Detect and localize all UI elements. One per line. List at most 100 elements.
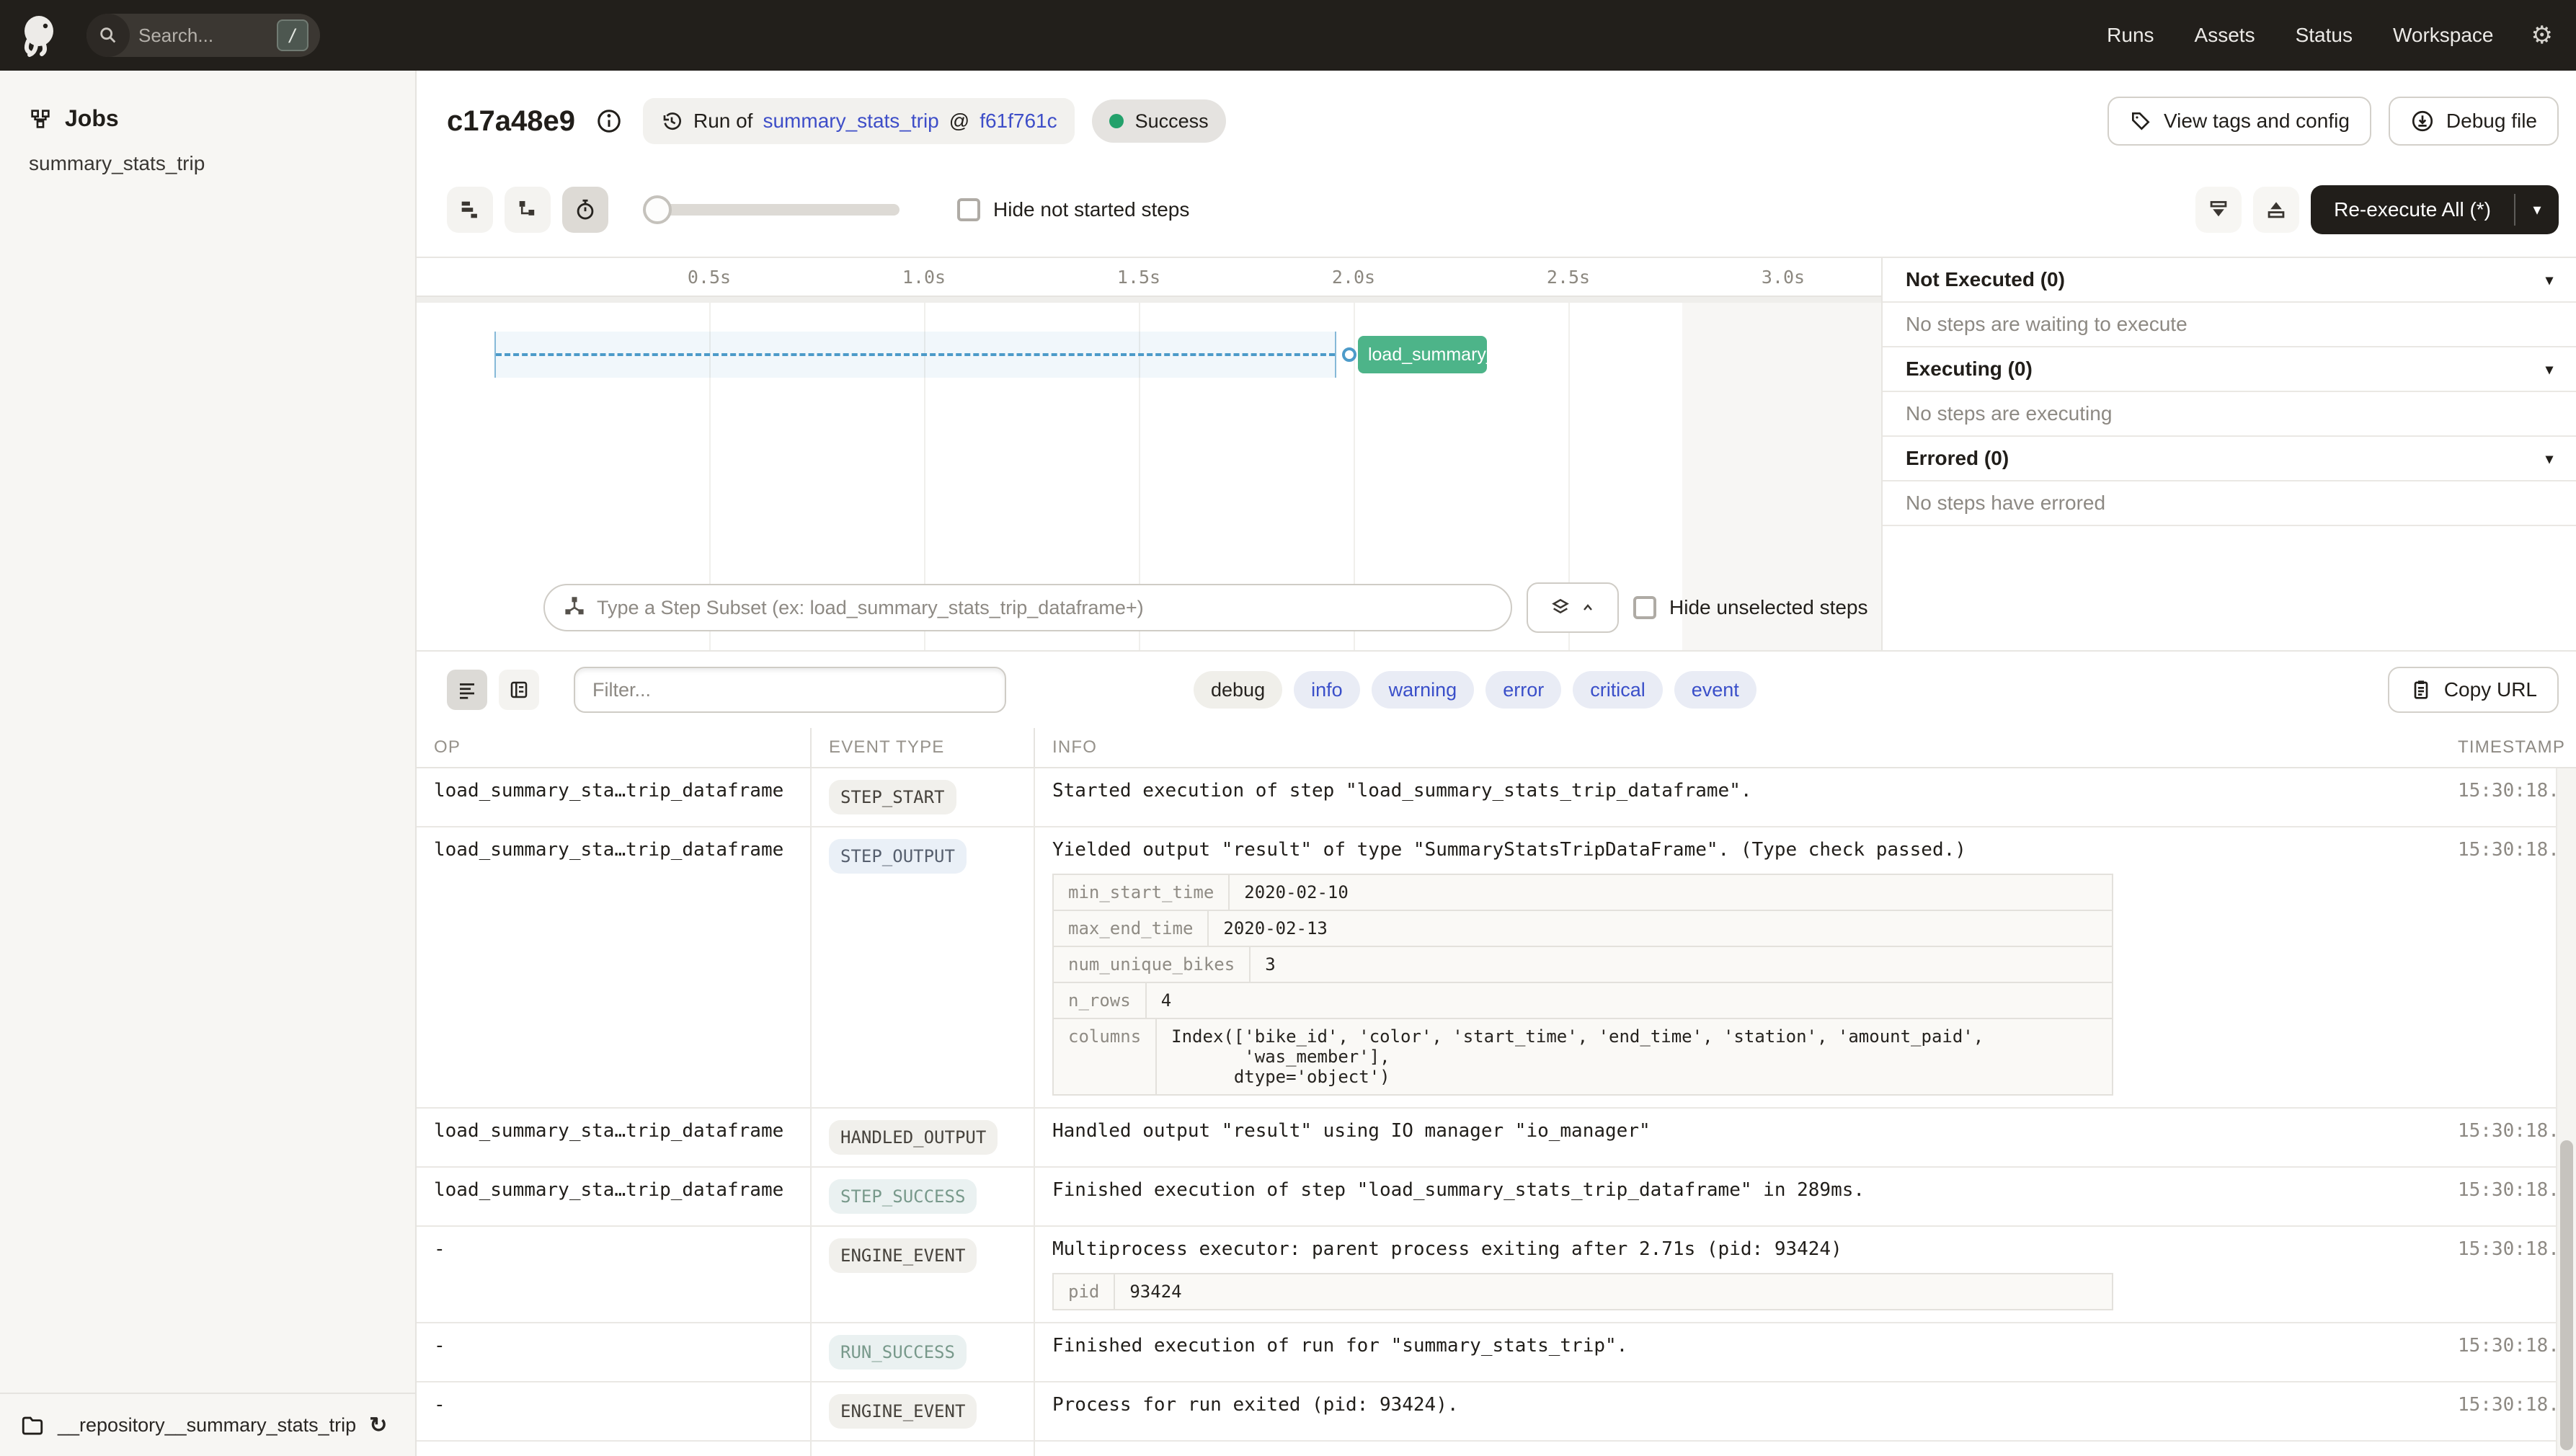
repository-row: __repository__summary_stats_trip ↻ — [0, 1393, 415, 1456]
chevron-down-icon: ▾ — [2545, 450, 2553, 467]
step-subset-input[interactable] — [543, 584, 1512, 631]
column-header-info: INFO — [1052, 737, 1098, 757]
collapse-panel-icon[interactable] — [2195, 187, 2242, 233]
status-badge: Success — [1091, 99, 1226, 143]
hide-unselected-checkbox[interactable] — [1633, 596, 1656, 619]
log-op: load_summary_sta…trip_dataframe — [417, 768, 812, 826]
metadata-value: 4 — [1160, 990, 1172, 1011]
log-scrollbar-track[interactable] — [2556, 768, 2576, 1456]
nav-link-workspace[interactable]: Workspace — [2393, 24, 2494, 47]
metadata-key: n_rows — [1054, 983, 1147, 1018]
metadata-value: 2020-02-10 — [1244, 882, 1349, 902]
log-info-text: Started execution of step "load_summary_… — [1052, 780, 1752, 802]
step-panel-section-header[interactable]: Errored (0) ▾ — [1883, 437, 2576, 481]
log-row[interactable]: load_summary_sta…trip_dataframe STEP_OUTP… — [417, 827, 2576, 1109]
graph-query-toggle-button[interactable] — [1527, 582, 1619, 633]
gantt-plot-area: load_summary_stats_trip_dataframe — [417, 303, 1881, 650]
gantt-flat-view-icon[interactable] — [447, 187, 493, 233]
column-header-op: OP — [417, 728, 812, 768]
axis-tick-label: 2.5s — [1546, 267, 1591, 288]
run-id: c17a48e9 — [447, 105, 575, 137]
debug-file-button[interactable]: Debug file — [2388, 97, 2559, 146]
job-link[interactable]: summary_stats_trip — [763, 110, 938, 133]
top-nav: / Runs Assets Status Workspace ⚙ — [0, 0, 2576, 71]
log-list-view-icon[interactable] — [447, 670, 487, 710]
info-icon[interactable] — [592, 105, 626, 138]
log-info: Started execution of step "load_summary_… — [1035, 768, 2443, 826]
log-row[interactable]: - RUN_SUCCESS Finished execution of run fo… — [417, 1323, 2576, 1382]
log-scrollbar-thumb[interactable] — [2560, 1140, 2573, 1450]
op-selector-icon — [562, 595, 587, 620]
log-row[interactable]: - ENGINE_EVENT Process for run exited (pid… — [417, 1382, 2576, 1442]
level-chip-info[interactable]: info — [1294, 671, 1360, 709]
hide-not-started-checkbox[interactable] — [957, 198, 980, 221]
log-row[interactable]: load_summary_sta…trip_dataframe STEP_STAR… — [417, 768, 2576, 827]
step-panel-section-header[interactable]: Executing (0) ▾ — [1883, 347, 2576, 392]
level-chip-error[interactable]: error — [1485, 671, 1562, 709]
section-empty-text: No steps have errored — [1883, 481, 2576, 526]
view-tags-button[interactable]: View tags and config — [2108, 97, 2371, 146]
nav-link-runs[interactable]: Runs — [2107, 24, 2154, 47]
reexecute-dropdown-caret[interactable]: ▾ — [2515, 185, 2559, 234]
at-separator: @ — [949, 110, 970, 132]
log-structured-view-icon[interactable] — [499, 670, 539, 710]
gantt-waterfall-view-icon[interactable] — [505, 187, 551, 233]
copy-url-button[interactable]: Copy URL — [2387, 667, 2559, 713]
log-filter-input[interactable] — [574, 667, 1006, 713]
log-op: load_summary_sta…trip_dataframe — [417, 1168, 812, 1225]
jobs-list: summary_stats_trip — [0, 132, 415, 175]
search-input[interactable] — [138, 24, 262, 47]
section-empty-text: No steps are waiting to execute — [1883, 303, 2576, 347]
status-label: Success — [1134, 110, 1209, 132]
waiting-dashed-line — [496, 353, 1336, 356]
metadata-value: 3 — [1265, 954, 1276, 975]
log-toolbar: debug info warning error critical event Copy … — [417, 652, 2576, 728]
log-op: - — [417, 1323, 812, 1381]
level-chip-event[interactable]: event — [1674, 671, 1756, 709]
hide-not-started-row: Hide not started steps — [957, 198, 1189, 221]
metadata-row: n_rows 4 — [1054, 983, 2112, 1019]
event-type-badge: STEP_OUTPUT — [829, 839, 967, 874]
event-type-badge: STEP_START — [829, 780, 956, 814]
level-chip-debug[interactable]: debug — [1194, 671, 1283, 709]
section-title: Executing (0) — [1906, 358, 2033, 380]
log-row[interactable]: - ENGINE_EVENT Multiprocess executor: pare… — [417, 1227, 2576, 1323]
column-header-timestamp: TIMESTAMP — [2458, 737, 2566, 757]
log-event-type: RUN_SUCCESS — [812, 1323, 1035, 1381]
nav-link-assets[interactable]: Assets — [2195, 24, 2255, 47]
nav-link-status[interactable]: Status — [2296, 24, 2353, 47]
section-title: Not Executed (0) — [1906, 268, 2065, 290]
metadata-key: max_end_time — [1054, 911, 1209, 946]
jobs-icon — [29, 107, 52, 130]
reexecute-all-button[interactable]: Re-execute All (*) ▾ — [2311, 185, 2559, 234]
gantt-timed-view-icon[interactable] — [562, 187, 608, 233]
step-panel-section-header[interactable]: Not Executed (0) ▾ — [1883, 258, 2576, 303]
commit-link[interactable]: f61f761c — [980, 110, 1057, 133]
event-type-badge: RUN_SUCCESS — [829, 1335, 967, 1370]
search-icon — [86, 14, 130, 57]
chevron-up-icon — [1584, 604, 1592, 611]
event-type-badge: HANDLED_OUTPUT — [829, 1120, 998, 1155]
log-row[interactable]: load_summary_sta…trip_dataframe STEP_SUCC… — [417, 1168, 2576, 1227]
log-info-text: Yielded output "result" of type "Summary… — [1052, 839, 1966, 861]
sidebar-section-title: Jobs — [65, 105, 119, 131]
level-chip-critical[interactable]: critical — [1573, 671, 1663, 709]
hide-not-started-label: Hide not started steps — [993, 198, 1190, 221]
expand-panel-icon[interactable] — [2253, 187, 2300, 233]
axis-tick-label: 3.0s — [1761, 267, 1806, 288]
gantt-step-bar[interactable]: load_summary_stats_trip_dataframe — [1357, 336, 1487, 373]
metadata-value: Index(['bike_id', 'color', 'start_time',… — [1171, 1026, 1984, 1087]
zoom-slider[interactable] — [643, 195, 900, 224]
log-event-type: STEP_SUCCESS — [812, 1168, 1035, 1225]
top-nav-links: Runs Assets Status Workspace — [2107, 24, 2493, 47]
refresh-icon[interactable]: ↻ — [369, 1413, 387, 1438]
dagster-logo-icon[interactable] — [14, 11, 63, 60]
metadata-key: num_unique_bikes — [1054, 947, 1251, 982]
search-shortcut-key: / — [277, 19, 308, 51]
event-type-badge: ENGINE_EVENT — [829, 1394, 977, 1429]
sidebar-job-item[interactable]: summary_stats_trip — [0, 132, 415, 175]
gear-icon[interactable]: ⚙ — [2531, 23, 2553, 48]
level-chip-warning[interactable]: warning — [1371, 671, 1475, 709]
zoom-slider-thumb[interactable] — [643, 195, 672, 224]
log-row[interactable]: load_summary_sta…trip_dataframe HANDLED_O… — [417, 1109, 2576, 1168]
